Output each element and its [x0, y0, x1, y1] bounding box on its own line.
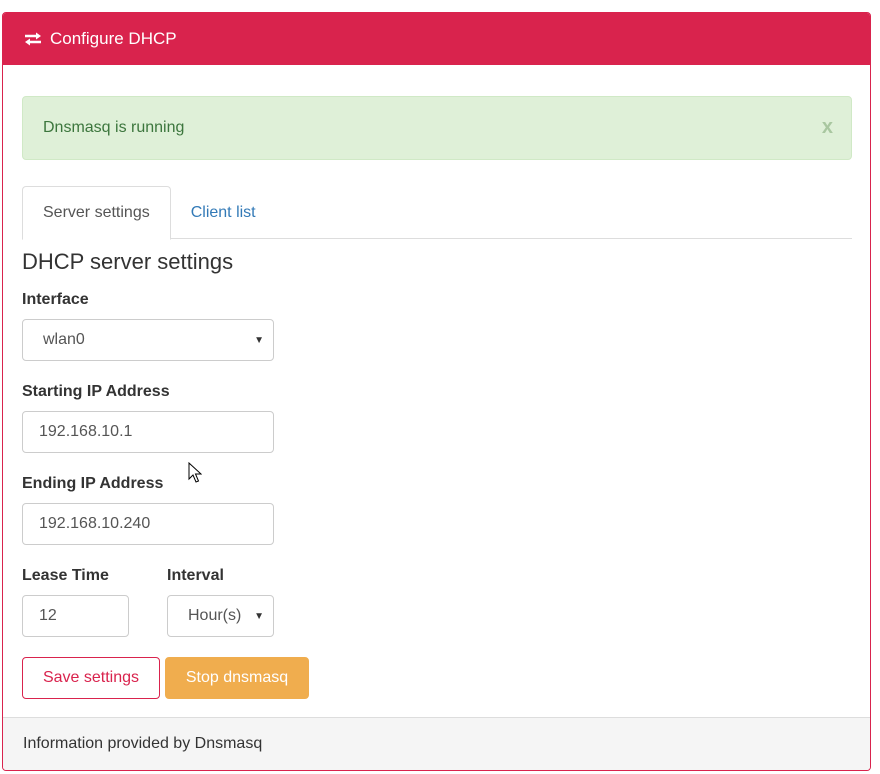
- save-settings-button[interactable]: Save settings: [22, 657, 160, 699]
- end-ip-label: Ending IP Address: [22, 475, 164, 492]
- caret-down-icon: ▼: [254, 611, 264, 622]
- start-ip-input[interactable]: [22, 411, 274, 453]
- alert-close-button[interactable]: x: [822, 117, 833, 137]
- exchange-arrows-icon: [23, 32, 43, 46]
- mouse-pointer-icon: [188, 462, 202, 483]
- panel-heading: Configure DHCP: [3, 13, 870, 65]
- tab-bar: Server settings Client list: [22, 186, 852, 240]
- lease-time-label: Lease Time: [22, 567, 109, 584]
- caret-down-icon: ▼: [254, 335, 264, 346]
- panel-footer: Information provided by Dnsmasq: [3, 717, 870, 770]
- interface-label: Interface: [22, 291, 89, 308]
- status-alert: Dnsmasq is running x: [22, 96, 852, 160]
- interface-select-value: wlan0: [43, 331, 85, 348]
- interval-select[interactable]: Hour(s) ▼: [167, 595, 274, 637]
- start-ip-label: Starting IP Address: [22, 383, 170, 400]
- lease-time-input[interactable]: [22, 595, 129, 637]
- footer-text: Information provided by Dnsmasq: [23, 735, 263, 752]
- alert-message: Dnsmasq is running: [43, 119, 185, 136]
- interval-select-value: Hour(s): [188, 607, 242, 624]
- dhcp-panel: Configure DHCP Dnsmasq is running x Serv…: [2, 12, 871, 771]
- panel-title: Configure DHCP: [50, 29, 177, 48]
- tab-server-settings[interactable]: Server settings: [22, 186, 171, 240]
- tab-client-list[interactable]: Client list: [171, 186, 276, 239]
- section-title: DHCP server settings: [22, 249, 234, 274]
- interval-label: Interval: [167, 567, 224, 584]
- end-ip-input[interactable]: [22, 503, 274, 545]
- stop-dnsmasq-button[interactable]: Stop dnsmasq: [165, 657, 309, 699]
- interface-select[interactable]: wlan0 ▼: [22, 319, 274, 361]
- panel-body: Dnsmasq is running x Server settings Cli…: [3, 65, 870, 719]
